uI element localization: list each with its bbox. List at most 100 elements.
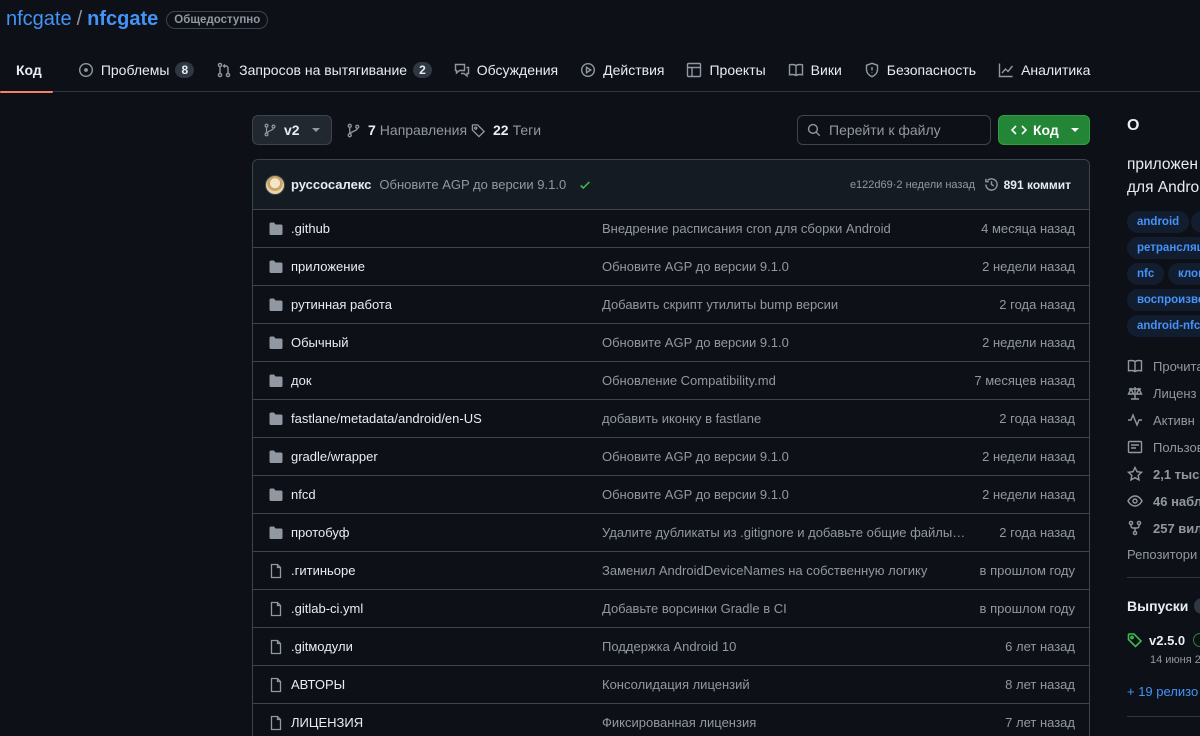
table-row[interactable]: gradle/wrapper Обновите AGP до версии 9.1… (253, 438, 1089, 476)
topic-tag[interactable] (1191, 211, 1200, 233)
check-icon[interactable] (566, 178, 592, 192)
file-name-link[interactable]: АВТОРЫ (291, 677, 345, 692)
repo-name-link[interactable]: nfcgate (87, 8, 158, 31)
file-commit-message-link[interactable]: Обновите AGP до версии 9.1.0 (602, 449, 968, 464)
folder-icon (268, 335, 284, 351)
file-commit-message-link[interactable]: Удалите дубликаты из .gitignore и добавь… (602, 525, 968, 540)
branch-select-button[interactable]: v2 (252, 115, 332, 145)
repo-header: nfcgate / nfcgate Общедоступно Код Пробл… (0, 0, 1200, 93)
file-commit-message-link[interactable]: Фиксированная лицензия (602, 715, 968, 730)
table-row[interactable]: ЛИЦЕНЗИЯ Фиксированная лицензия 7 лет наза… (253, 704, 1089, 736)
table-row[interactable]: .gitlab-ci.yml Добавьте ворсинки Gradle в… (253, 590, 1089, 628)
table-row[interactable]: .gitмодули Поддержка Android 10 6 лет наза… (253, 628, 1089, 666)
file-commit-message-link[interactable]: Обновите AGP до версии 9.1.0 (602, 487, 968, 502)
avatar[interactable] (265, 174, 285, 195)
commits-history-link[interactable]: 891 коммит (984, 177, 1071, 192)
file-commit-message-link[interactable]: Консолидация лицензий (602, 677, 968, 692)
note-icon (1127, 439, 1153, 455)
file-commit-message-link[interactable]: Поддержка Android 10 (602, 639, 968, 654)
releases-heading[interactable]: Выпуски 2 (1127, 598, 1200, 614)
table-row[interactable]: рутинная работа Добавить скрипт утилиты b… (253, 286, 1089, 324)
file-name-link[interactable]: Обычный (291, 335, 348, 350)
commit-author-link[interactable]: руссосалекс (291, 177, 371, 192)
file-name-link[interactable]: док (291, 373, 312, 388)
tab-projects-label: Проекты (709, 62, 766, 78)
file-name-link[interactable]: .gitlab-ci.yml (291, 601, 363, 616)
file-commit-message-link[interactable]: Заменил AndroidDeviceNames на собственну… (602, 563, 968, 578)
topic-tag[interactable]: ретрансляц (1127, 237, 1200, 259)
go-to-file-input[interactable]: Перейти к файлу (797, 115, 991, 145)
table-row[interactable]: АВТОРЫ Консолидация лицензий 8 лет назад (253, 666, 1089, 704)
activity-link[interactable]: Активн (1127, 410, 1195, 430)
tab-discussions-label: Обсуждения (476, 62, 559, 78)
commit-message-link[interactable]: Обновите AGP до версии 9.1.0 (379, 177, 566, 192)
tags-link[interactable]: 22 Теги (471, 115, 541, 145)
tab-security[interactable]: Безопасность (853, 48, 987, 92)
tab-pull-requests-label: Запросов на вытягивание (239, 62, 408, 78)
tab-actions[interactable]: Действия (569, 48, 675, 92)
license-link[interactable]: Лиценз (1127, 383, 1196, 403)
file-commit-message-link[interactable]: Обновите AGP до версии 9.1.0 (602, 259, 968, 274)
topic-tag[interactable]: android-nfc (1127, 315, 1200, 337)
topic-tag[interactable]: клон (1168, 263, 1200, 285)
file-commit-time: 2 недели назад (982, 487, 1075, 502)
table-row[interactable]: приложение Обновите AGP до версии 9.1.0 2 … (253, 248, 1089, 286)
file-commit-time: 2 недели назад (982, 259, 1075, 274)
tab-wiki[interactable]: Вики (777, 48, 853, 92)
file-commit-message-link[interactable]: Обновите AGP до версии 9.1.0 (602, 335, 968, 350)
file-name-link[interactable]: приложение (291, 259, 365, 274)
topic-tag[interactable]: nfc (1127, 263, 1165, 285)
file-commit-time: 2 недели назад (982, 449, 1075, 464)
file-commit-message-link[interactable]: Добавить скрипт утилиты bump версии (602, 297, 968, 312)
table-row[interactable]: док Обновление Compatibility.md 7 месяцев … (253, 362, 1089, 400)
table-row[interactable]: Обычный Обновите AGP до версии 9.1.0 2 нед… (253, 324, 1089, 362)
stars-link[interactable]: 2,1 тыс. (1127, 464, 1200, 484)
file-name-link[interactable]: .gitмодули (291, 639, 353, 654)
custom-properties-link[interactable]: Пользов (1127, 437, 1200, 457)
more-releases-link[interactable]: + 19 релизо (1127, 684, 1198, 699)
commits-count: 891 коммит (1003, 177, 1071, 192)
file-name-link[interactable]: ЛИЦЕНЗИЯ (291, 715, 363, 730)
file-name-link[interactable]: .гитиньоре (291, 563, 355, 578)
commit-hash-and-time[interactable]: e122d69·2 недели назад (850, 179, 975, 191)
file-name-link[interactable]: .github (291, 221, 330, 236)
file-commit-time: 7 лет назад (1005, 715, 1075, 730)
code-dropdown-button[interactable]: Код (998, 115, 1090, 145)
tab-security-label: Безопасность (886, 62, 977, 78)
table-row[interactable]: fastlane/metadata/android/en-US добавить … (253, 400, 1089, 438)
file-commit-message-link[interactable]: Обновление Compatibility.md (602, 373, 968, 388)
topic-tag[interactable]: воспроизве (1127, 289, 1200, 311)
readme-link[interactable]: Прочита (1127, 356, 1200, 376)
file-name-link[interactable]: рутинная работа (291, 297, 392, 312)
tag-icon (471, 123, 493, 138)
table-row[interactable]: протобуф Удалите дубликаты из .gitignore … (253, 514, 1089, 552)
file-name-link[interactable]: протобуф (291, 525, 349, 540)
file-name-link[interactable]: fastlane/metadata/android/en-US (291, 411, 482, 426)
topic-tag[interactable]: android (1127, 211, 1190, 233)
tab-projects[interactable]: Проекты (675, 48, 776, 92)
report-repository-link[interactable]: Репозитори (1127, 544, 1197, 564)
watchers-link[interactable]: 46 набл (1127, 491, 1200, 511)
table-row[interactable]: .гитиньоре Заменил AndroidDeviceNames на … (253, 552, 1089, 590)
tab-discussions[interactable]: Обсуждения (443, 48, 569, 92)
tab-issues[interactable]: Проблемы 8 (67, 48, 205, 92)
latest-release-link[interactable]: v2.5.0 L (1127, 632, 1200, 648)
tab-pull-requests[interactable]: Запросов на вытягивание 2 (205, 48, 443, 92)
table-row[interactable]: .github Внедрение расписания cron для сбо… (253, 210, 1089, 248)
forks-link[interactable]: 257 вил (1127, 518, 1200, 538)
folder-icon (268, 259, 284, 275)
file-commit-message-link[interactable]: Внедрение расписания cron для сборки And… (602, 221, 968, 236)
file-name-link[interactable]: nfcd (291, 487, 316, 502)
law-icon (1127, 385, 1153, 401)
file-commit-message-link[interactable]: Добавьте ворсинки Gradle в CI (602, 601, 968, 616)
file-commit-message-link[interactable]: добавить иконку в fastlane (602, 411, 968, 426)
folder-icon (268, 525, 284, 541)
tab-code[interactable]: Код (0, 48, 53, 93)
tab-insights[interactable]: Аналитика (987, 48, 1101, 92)
tab-wiki-label: Вики (810, 62, 842, 78)
file-commit-time: 2 года назад (999, 525, 1075, 540)
repo-owner-link[interactable]: nfcgate (6, 8, 72, 31)
branches-link[interactable]: 7 Направления (346, 115, 467, 145)
table-row[interactable]: nfcd Обновите AGP до версии 9.1.0 2 недели… (253, 476, 1089, 514)
file-name-link[interactable]: gradle/wrapper (291, 449, 378, 464)
